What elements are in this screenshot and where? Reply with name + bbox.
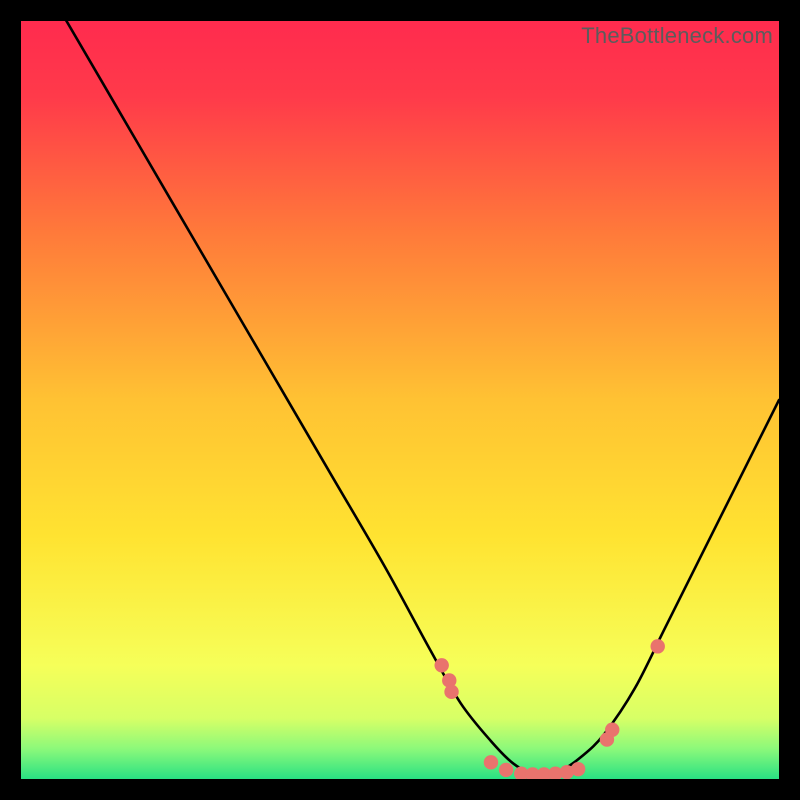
sample-point bbox=[605, 723, 619, 737]
sample-point bbox=[434, 658, 448, 672]
sample-point bbox=[571, 762, 585, 776]
sample-point bbox=[444, 685, 458, 699]
bottleneck-chart bbox=[21, 21, 779, 779]
sample-point bbox=[499, 763, 513, 777]
watermark-text: TheBottleneck.com bbox=[581, 23, 773, 49]
sample-point bbox=[484, 755, 498, 769]
chart-frame: TheBottleneck.com bbox=[21, 21, 779, 779]
sample-point bbox=[651, 639, 665, 653]
gradient-background bbox=[21, 21, 779, 779]
